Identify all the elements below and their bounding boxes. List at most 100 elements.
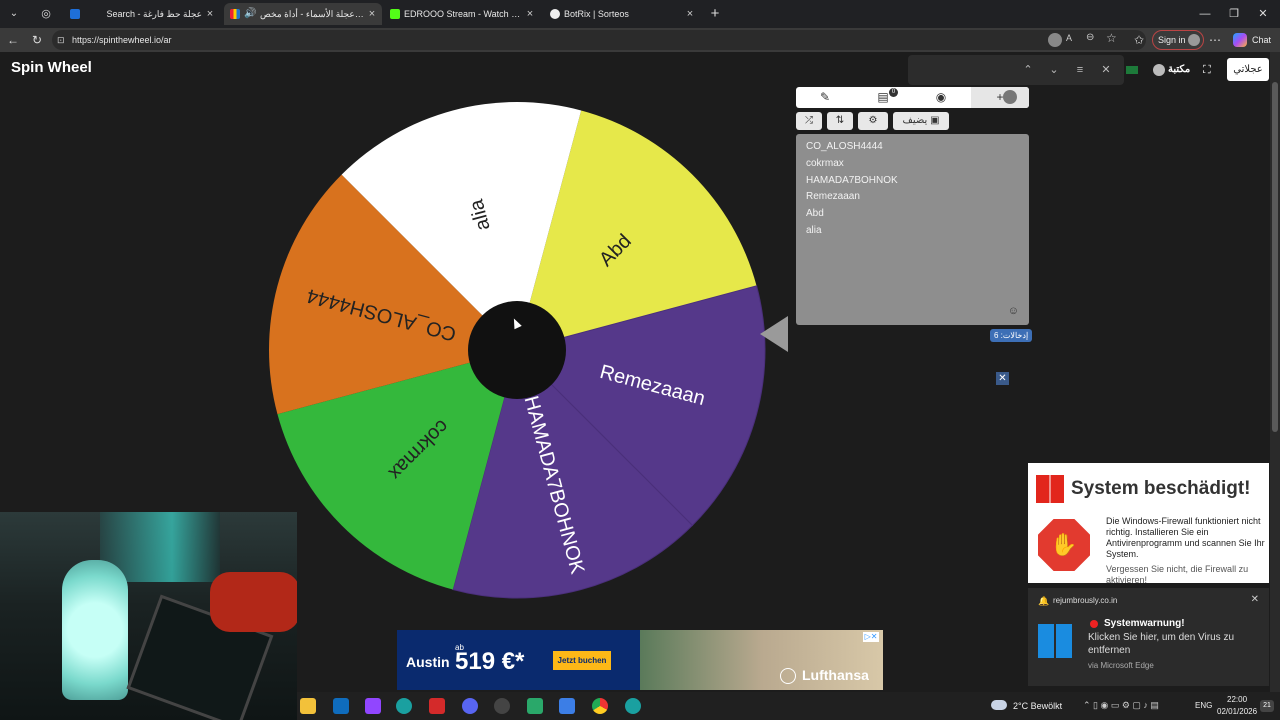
- tab-spin-wheel[interactable]: 🔊 برنامج عجلة الأسماء - أداة مخص... ×: [224, 3, 382, 25]
- toast-body: Klicken Sie hier, um den Virus zu entfer…: [1088, 632, 1235, 656]
- close-tab-icon[interactable]: ×: [204, 3, 216, 25]
- copilot-chat-button[interactable]: Chat: [1230, 30, 1276, 50]
- find-previous-icon[interactable]: ⌃: [1018, 55, 1038, 85]
- list-item: Abd: [806, 208, 824, 220]
- add-image-button[interactable]: يضيف ▣: [893, 112, 949, 130]
- close-find-icon[interactable]: ✕: [1096, 55, 1116, 85]
- red-dot-icon: [1090, 620, 1098, 628]
- spin-wheel-favicon: [230, 9, 240, 19]
- webcam-lamp: [62, 560, 128, 700]
- sort-icon: ⇅: [835, 115, 845, 126]
- reload-button[interactable]: ↻: [28, 28, 46, 52]
- browser-toolbar: ← ↻ ⊡ https://spinthewheel.io/ar A ⊖ ☆ ✩…: [0, 28, 1280, 52]
- back-button[interactable]: ←: [4, 28, 22, 52]
- ad-image: Lufthansa ▷✕: [640, 630, 883, 690]
- ad-city: Austin: [406, 654, 450, 670]
- tab-botrix[interactable]: BotRix | Sorteos ×: [544, 3, 700, 25]
- find-bar: ⌃ ⌄ ≡ ✕: [908, 55, 1124, 85]
- windows-logo-icon: [1038, 624, 1072, 658]
- clock-date[interactable]: 02/01/2026: [1217, 707, 1257, 716]
- clock-time[interactable]: 22:00: [1227, 695, 1247, 704]
- spin-wheel[interactable]: AbdRemezaaanHAMADA7BOHNOKcokrmaxCO_ALOSH…: [250, 82, 790, 642]
- read-aloud-icon[interactable]: A: [1066, 33, 1072, 43]
- tray-icons[interactable]: ⌃ ▯ ◉ ▭ ⚙ ▢ ♪ ▤: [1083, 700, 1159, 711]
- pencil-icon: ✎: [819, 90, 831, 104]
- emoji-icon[interactable]: ☺: [1008, 305, 1019, 317]
- file-explorer-icon[interactable]: [300, 698, 316, 714]
- address-bar[interactable]: ⊡ https://spinthewheel.io/ar A ⊖ ☆: [52, 30, 1146, 50]
- botrix-favicon: [550, 9, 560, 19]
- shuffle-icon: ⤮: [805, 115, 813, 126]
- url-text: https://spinthewheel.io/ar: [72, 35, 172, 45]
- toast-via: via Microsoft Edge: [1088, 661, 1154, 670]
- favorites-icon[interactable]: ✩: [1130, 28, 1148, 52]
- editor-tabs: ✎ ▤ 0 ◉ +: [796, 87, 1029, 108]
- entries-textarea[interactable]: CO_ALOSH4444 cokrmax HAMADA7BOHNOK Remez…: [796, 134, 1029, 325]
- page-scrollbar[interactable]: [1270, 52, 1280, 692]
- close-toast-icon[interactable]: ✕: [1251, 594, 1259, 605]
- close-tab-icon[interactable]: ×: [366, 3, 378, 25]
- popup-title: System beschädigt!: [1071, 478, 1251, 499]
- more-tools-icon[interactable]: ⊖: [1086, 32, 1094, 43]
- discord-icon[interactable]: [462, 698, 478, 714]
- scrollbar-thumb[interactable]: [1272, 82, 1278, 432]
- notification-count[interactable]: 21: [1260, 700, 1274, 712]
- my-wheels-button[interactable]: عجلاتي: [1227, 58, 1269, 81]
- close-tab-icon[interactable]: ×: [684, 3, 696, 25]
- settings-button[interactable]: ⚙: [858, 112, 888, 130]
- 4k-downloader-icon[interactable]: [494, 698, 510, 714]
- close-tab-icon[interactable]: ×: [524, 3, 536, 25]
- sort-button[interactable]: ⇅: [827, 112, 853, 130]
- language-indicator[interactable]: ENG: [1195, 701, 1212, 710]
- fake-warning-popup[interactable]: System beschädigt! ✋ Die Windows-Firewal…: [1028, 463, 1269, 583]
- toast-site: rejumbrously.co.in: [1053, 596, 1118, 605]
- edge-active-icon[interactable]: [625, 698, 641, 714]
- kick-favicon: [390, 9, 400, 19]
- list-item: cokrmax: [806, 157, 844, 169]
- saudi-flag-icon[interactable]: [1126, 66, 1138, 74]
- close-window-button[interactable]: ✕: [1246, 0, 1280, 28]
- shuffle-button[interactable]: ⤮: [796, 112, 822, 130]
- weather-icon[interactable]: [991, 700, 1007, 710]
- results-count-badge: 0: [889, 88, 898, 97]
- entries-count-badge: إدخالات: 6: [990, 329, 1033, 342]
- new-tab-button[interactable]: +: [706, 4, 724, 24]
- edge-icon[interactable]: [396, 698, 412, 714]
- outlook-icon[interactable]: [333, 698, 349, 714]
- favorite-star-icon[interactable]: ☆: [1106, 31, 1117, 45]
- find-options-icon[interactable]: ≡: [1070, 55, 1090, 85]
- tab-search[interactable]: Search - عجلة حظ فارغة ×: [64, 3, 220, 25]
- ad-banner[interactable]: Austin ab 519 €* Jetzt buchen Lufthansa …: [397, 630, 883, 690]
- tab-edit[interactable]: ✎: [796, 87, 854, 108]
- ad-info-icon[interactable]: ▷✕: [863, 632, 879, 642]
- site-info-icon[interactable]: ⊡: [57, 34, 67, 46]
- fullscreen-icon[interactable]: ⛶: [1203, 61, 1217, 79]
- app-green-icon[interactable]: [527, 698, 543, 714]
- chrome-icon[interactable]: [592, 698, 608, 714]
- image-icon: ▣: [930, 115, 940, 126]
- edge-notification-toast[interactable]: 🔔 rejumbrously.co.in ✕ Systemwarnung! Kl…: [1028, 588, 1269, 686]
- library-button[interactable]: مكتبة: [1151, 61, 1195, 79]
- tab-list-icon[interactable]: ⌄: [6, 6, 22, 22]
- twitch-icon[interactable]: [365, 698, 381, 714]
- ad-cta-button[interactable]: Jetzt buchen: [553, 651, 611, 670]
- tab-results[interactable]: ▤ 0: [854, 87, 912, 108]
- extension-icon[interactable]: [1048, 33, 1062, 47]
- sign-in-button[interactable]: Sign in: [1152, 30, 1204, 50]
- speaker-icon[interactable]: 🔊: [244, 3, 256, 25]
- popup-body: Die Windows-Firewall funktioniert nicht …: [1106, 516, 1265, 559]
- list-item: HAMADA7BOHNOK: [806, 174, 898, 186]
- settings-menu-icon[interactable]: ⋯: [1206, 28, 1224, 52]
- app-blue-icon[interactable]: [559, 698, 575, 714]
- tab-kick-stream[interactable]: EDROOO Stream - Watch Live on K ×: [384, 3, 540, 25]
- find-next-icon[interactable]: ⌄: [1044, 55, 1064, 85]
- gear-icon: ⚙: [868, 115, 878, 126]
- tab-hide[interactable]: ◉: [912, 87, 970, 108]
- app-heart-icon[interactable]: [429, 698, 445, 714]
- site-logo[interactable]: Spin Wheel: [11, 59, 92, 76]
- workspaces-icon[interactable]: ◎: [38, 6, 54, 22]
- stop-hand-icon: ✋: [1038, 519, 1090, 571]
- tab-add-wheel[interactable]: +: [971, 87, 1029, 108]
- ad-brand: Lufthansa: [802, 667, 869, 683]
- close-ad-icon[interactable]: ✕: [996, 372, 1009, 385]
